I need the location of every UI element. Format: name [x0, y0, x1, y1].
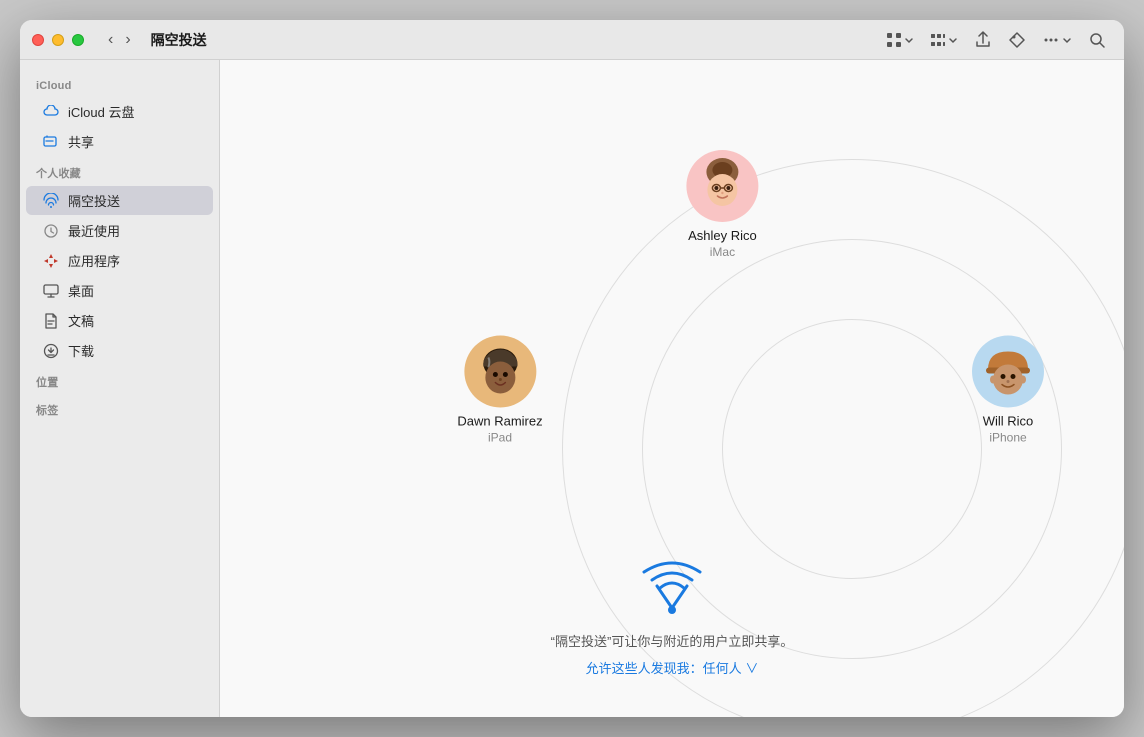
icloud-section-label: iCloud [20, 72, 219, 96]
apps-label: 应用程序 [68, 251, 120, 270]
personal-section-label: 个人收藏 [20, 157, 219, 185]
device-will-rico[interactable]: Will Rico iPhone [972, 336, 1044, 445]
desktop-label: 桌面 [68, 281, 94, 300]
icon-view-button[interactable] [880, 28, 920, 52]
ashley-rico-name: Ashley Rico [688, 228, 757, 243]
sidebar-item-desktop[interactable]: 桌面 [26, 276, 213, 305]
downloads-label: 下载 [68, 341, 94, 360]
ashley-rico-device: iMac [710, 245, 735, 259]
airdrop-icon [42, 192, 60, 210]
titlebar: ‹ › 隔空投送 [20, 20, 1124, 60]
dawn-ramirez-name: Dawn Ramirez [457, 414, 542, 429]
maximize-button[interactable] [72, 34, 84, 46]
shared-label: 共享 [68, 132, 94, 151]
airdrop-main-area: Ashley Rico iMac [220, 60, 1124, 717]
apps-icon [42, 252, 60, 270]
share-button[interactable] [968, 27, 998, 53]
minimize-button[interactable] [52, 34, 64, 46]
documents-icon [42, 312, 60, 330]
toolbar-icons [880, 27, 1112, 53]
icloud-drive-label: iCloud 云盘 [68, 102, 134, 121]
forward-button[interactable]: › [121, 30, 134, 50]
sidebar-item-documents[interactable]: 文稿 [26, 306, 213, 335]
icloud-drive-icon [42, 103, 60, 121]
dawn-ramirez-avatar [464, 336, 536, 408]
search-button[interactable] [1082, 27, 1112, 53]
airdrop-label: 隔空投送 [68, 191, 120, 210]
downloads-icon [42, 342, 60, 360]
main-content: iCloud iCloud 云盘 共享 [20, 60, 1124, 717]
sidebar-item-airdrop[interactable]: 隔空投送 [26, 186, 213, 215]
back-button[interactable]: ‹ [104, 30, 117, 50]
discover-link[interactable]: 允许这些人发现我：任何人 ∨ [586, 658, 759, 677]
sidebar-item-apps[interactable]: 应用程序 [26, 246, 213, 275]
documents-label: 文稿 [68, 311, 94, 330]
locations-section-label: 位置 [20, 366, 219, 394]
sidebar-item-shared[interactable]: 共享 [26, 127, 213, 156]
sidebar-item-downloads[interactable]: 下载 [26, 336, 213, 365]
tags-section-label: 标签 [20, 394, 219, 422]
sidebar-item-icloud-drive[interactable]: iCloud 云盘 [26, 97, 213, 126]
recent-label: 最近使用 [68, 221, 120, 240]
window-title: 隔空投送 [151, 30, 207, 50]
close-button[interactable] [32, 34, 44, 46]
recent-icon [42, 222, 60, 240]
device-dawn-ramirez[interactable]: Dawn Ramirez iPad [457, 336, 542, 445]
will-rico-avatar [972, 336, 1044, 408]
sidebar-item-recent[interactable]: 最近使用 [26, 216, 213, 245]
more-button[interactable] [1036, 27, 1078, 53]
ashley-rico-avatar [686, 150, 758, 222]
list-view-button[interactable] [924, 28, 964, 52]
will-rico-name: Will Rico [983, 414, 1034, 429]
dawn-ramirez-device: iPad [488, 431, 512, 445]
will-rico-device: iPhone [989, 431, 1026, 445]
discover-chevron-icon: ∨ [745, 661, 758, 676]
finder-window: ‹ › 隔空投送 [20, 20, 1124, 717]
tag-button[interactable] [1002, 27, 1032, 53]
airdrop-status-text: “隔空投送”可让你与附近的用户立即共享。 [551, 631, 794, 650]
sidebar: iCloud iCloud 云盘 共享 [20, 60, 220, 717]
shared-icon [42, 133, 60, 151]
desktop-icon [42, 282, 60, 300]
device-ashley-rico[interactable]: Ashley Rico iMac [686, 150, 758, 259]
